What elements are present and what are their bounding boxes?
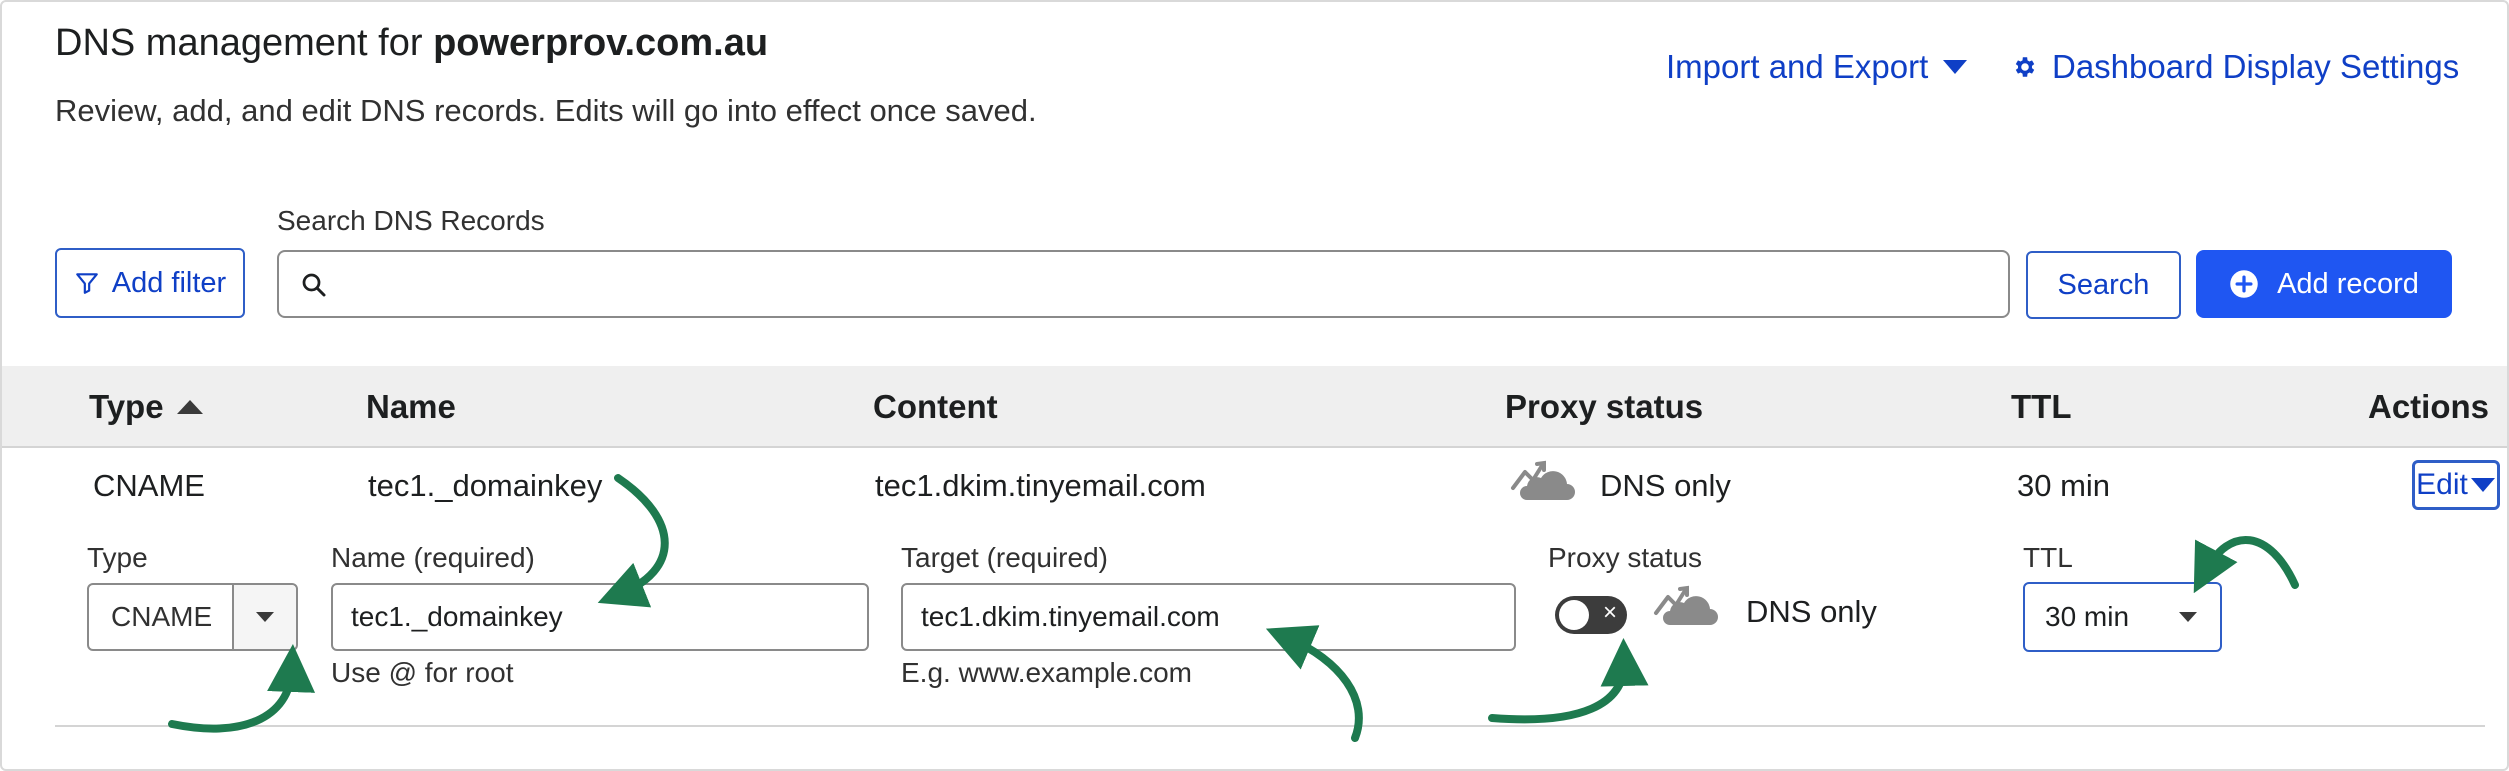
page-title: DNS management for powerprov.com.au bbox=[55, 22, 768, 65]
caret-down-icon bbox=[2179, 612, 2197, 622]
row-ttl: 30 min bbox=[2017, 468, 2111, 503]
dns-only-cloud-icon bbox=[1652, 583, 1718, 634]
column-header-name: Name bbox=[366, 388, 456, 425]
edit-button[interactable]: Edit bbox=[2412, 460, 2500, 510]
dns-only-cloud-icon bbox=[1509, 458, 1575, 509]
add-record-button[interactable]: Add record bbox=[2196, 250, 2452, 318]
target-field-label: Target (required) bbox=[901, 542, 1108, 573]
add-record-label: Add record bbox=[2277, 267, 2419, 300]
row-type: CNAME bbox=[93, 468, 205, 503]
target-hint: E.g. www.example.com bbox=[901, 657, 1192, 688]
column-header-type[interactable]: Type bbox=[89, 388, 204, 426]
name-input-value: tec1._domainkey bbox=[351, 601, 563, 632]
dashboard-display-settings-label: Dashboard Display Settings bbox=[2052, 48, 2460, 85]
row-name: tec1._domainkey bbox=[368, 468, 603, 503]
import-export-menu[interactable]: Import and Export bbox=[1666, 48, 1968, 86]
row-content: tec1.dkim.tinyemail.com bbox=[875, 468, 1206, 503]
plus-circle-icon bbox=[2230, 270, 2258, 298]
search-input[interactable] bbox=[277, 250, 2010, 318]
name-field-label: Name (required) bbox=[331, 542, 535, 573]
type-select-value: CNAME bbox=[111, 601, 213, 632]
type-select-toggle[interactable] bbox=[232, 585, 296, 649]
table-header: Type Name Content Proxy status TTL Actio… bbox=[2, 366, 2507, 448]
domain-name: powerprov.com.au bbox=[433, 22, 769, 64]
column-header-proxy-status: Proxy status bbox=[1505, 388, 1704, 425]
target-input-value: tec1.dkim.tinyemail.com bbox=[921, 601, 1220, 632]
proxy-status-value: DNS only bbox=[1746, 594, 1877, 629]
add-filter-label: Add filter bbox=[111, 266, 227, 299]
column-type-label: Type bbox=[89, 388, 164, 425]
row-proxy-status: DNS only bbox=[1600, 468, 1731, 503]
type-select[interactable]: CNAME bbox=[87, 583, 298, 651]
import-export-label: Import and Export bbox=[1666, 48, 1929, 85]
search-button-label: Search bbox=[2057, 268, 2150, 301]
title-prefix: DNS management for bbox=[55, 22, 434, 64]
proxy-status-field-label: Proxy status bbox=[1548, 542, 1703, 573]
ttl-select-value: 30 min bbox=[2045, 601, 2130, 632]
column-header-actions: Actions bbox=[2368, 388, 2490, 425]
ttl-field-label: TTL bbox=[2023, 542, 2073, 573]
proxy-status-toggle[interactable]: × bbox=[1555, 596, 1627, 634]
caret-down-icon bbox=[2470, 478, 2495, 492]
column-header-ttl: TTL bbox=[2011, 388, 2072, 425]
toggle-knob bbox=[1559, 600, 1589, 630]
edit-button-label: Edit bbox=[2416, 468, 2468, 501]
filter-icon bbox=[75, 273, 98, 294]
gear-icon bbox=[2015, 57, 2035, 77]
close-icon: × bbox=[1602, 599, 1617, 626]
divider bbox=[55, 725, 2485, 727]
target-input[interactable]: tec1.dkim.tinyemail.com bbox=[901, 583, 1516, 651]
ttl-select[interactable]: 30 min bbox=[2023, 582, 2222, 652]
column-header-content: Content bbox=[873, 388, 998, 425]
dashboard-display-settings-link[interactable]: Dashboard Display Settings bbox=[2012, 48, 2459, 86]
add-filter-button[interactable]: Add filter bbox=[55, 248, 245, 318]
search-button[interactable]: Search bbox=[2026, 251, 2181, 319]
search-icon bbox=[302, 273, 326, 297]
name-hint: Use @ for root bbox=[331, 657, 514, 688]
sort-ascending-icon bbox=[176, 400, 203, 414]
page-subtitle: Review, add, and edit DNS records. Edits… bbox=[55, 93, 1037, 128]
name-input[interactable]: tec1._domainkey bbox=[331, 583, 869, 651]
search-label: Search DNS Records bbox=[277, 205, 545, 236]
caret-down-icon bbox=[256, 612, 274, 622]
caret-down-icon bbox=[1943, 60, 1968, 74]
type-field-label: Type bbox=[87, 542, 148, 573]
